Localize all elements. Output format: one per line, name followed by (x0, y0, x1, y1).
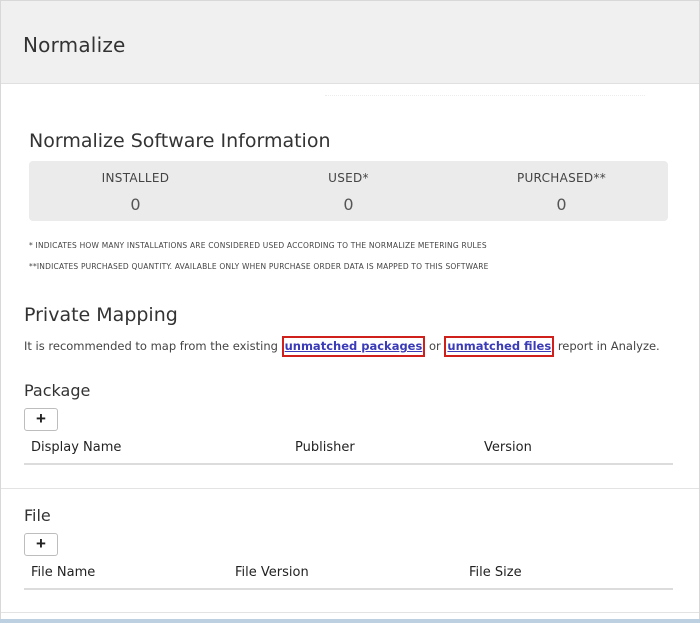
page-title: Normalize (23, 33, 126, 57)
bottom-edge (0, 619, 700, 623)
unmatched-files-link[interactable]: unmatched files (447, 339, 551, 353)
private-mapping-text: It is recommended to map from the existi… (24, 336, 660, 357)
column-header-file-version[interactable]: File Version (235, 565, 309, 580)
stats-panel: INSTALLED 0 USED* 0 PURCHASED** 0 (29, 161, 668, 221)
column-header-version[interactable]: Version (484, 440, 532, 455)
highlight-box-files: unmatched files (444, 336, 555, 357)
stat-used-value: 0 (343, 195, 354, 214)
stat-purchased-label: PURCHASED** (516, 171, 607, 185)
stat-purchased: PURCHASED** 0 (455, 161, 668, 221)
stat-installed-label: INSTALLED (101, 171, 170, 185)
mapping-text-after: report in Analyze. (554, 339, 660, 353)
column-header-display-name[interactable]: Display Name (31, 440, 121, 455)
stat-used: USED* 0 (242, 161, 455, 221)
plus-icon: + (36, 409, 46, 428)
unmatched-packages-link[interactable]: unmatched packages (285, 339, 423, 353)
column-header-file-name[interactable]: File Name (31, 565, 95, 580)
package-table-rule (24, 463, 673, 465)
file-table-rule (24, 588, 673, 590)
plus-icon: + (36, 534, 46, 553)
column-header-file-size[interactable]: File Size (469, 565, 522, 580)
mapping-text-or: or (425, 339, 445, 353)
purchased-footnote: **INDICATES PURCHASED QUANTITY. AVAILABL… (29, 262, 489, 271)
add-file-button[interactable]: + (24, 533, 58, 556)
section-divider (1, 488, 699, 489)
page-header: Normalize (1, 1, 699, 84)
software-info-title: Normalize Software Information (29, 130, 331, 152)
highlight-box-packages: unmatched packages (281, 336, 426, 357)
stat-installed: INSTALLED 0 (29, 161, 242, 221)
divider-faint (325, 95, 645, 99)
private-mapping-title: Private Mapping (24, 304, 178, 326)
stat-used-label: USED* (328, 171, 369, 185)
package-title: Package (24, 381, 91, 400)
used-footnote: * INDICATES HOW MANY INSTALLATIONS ARE C… (29, 241, 487, 250)
add-package-button[interactable]: + (24, 408, 58, 431)
column-header-publisher[interactable]: Publisher (295, 440, 355, 455)
file-title: File (24, 506, 51, 525)
stat-purchased-value: 0 (556, 195, 567, 214)
section-divider (1, 612, 699, 613)
stat-installed-value: 0 (130, 195, 141, 214)
mapping-text-before: It is recommended to map from the existi… (24, 339, 282, 353)
